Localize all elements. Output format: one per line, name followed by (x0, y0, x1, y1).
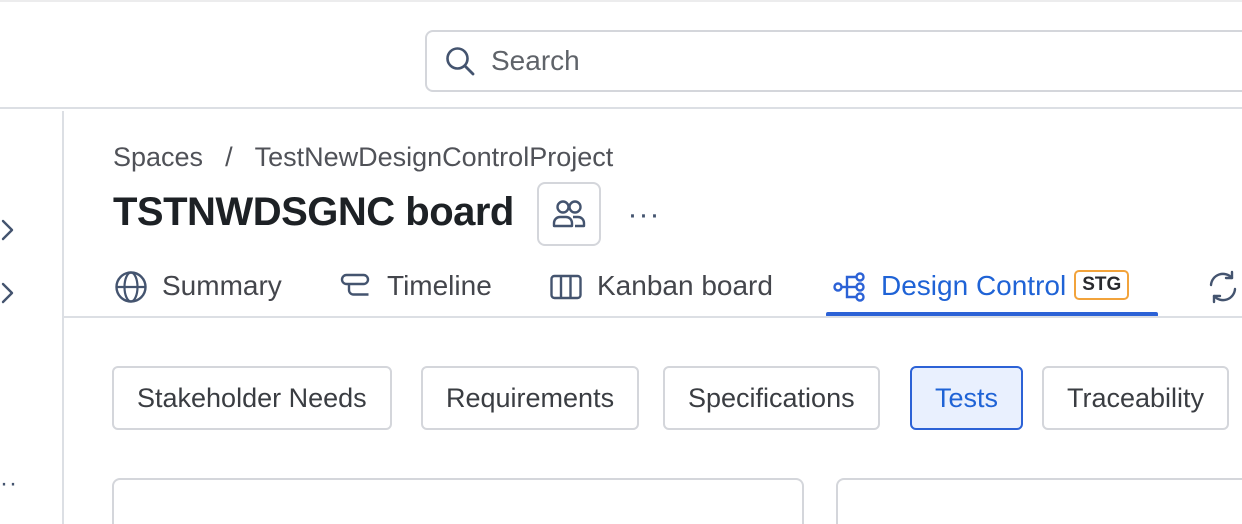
search-icon (446, 47, 475, 76)
sidebar-more-icon[interactable]: ·· (0, 470, 18, 498)
app-window: Search ·· Spaces / TestNewDesignControlP… (0, 0, 1242, 524)
chevron-right-icon[interactable] (0, 281, 16, 305)
environment-badge: STG (1074, 270, 1130, 300)
content-panel-left (112, 478, 804, 524)
search-placeholder: Search (491, 45, 580, 76)
search-input[interactable]: Search (425, 30, 1242, 92)
top-edge-divider (0, 0, 1242, 2)
subtab-stakeholder-needs[interactable]: Stakeholder Needs (112, 366, 392, 430)
content-panel-right (836, 478, 1242, 524)
breadcrumb-project[interactable]: TestNewDesignControlProject (255, 142, 614, 173)
tab-design-control[interactable]: Design Control STG (833, 266, 1130, 316)
left-sidebar (0, 111, 64, 524)
tab-design-control-label: Design Control (881, 270, 1067, 301)
page-title: TSTNWDSGNC board (113, 190, 514, 234)
subtab-requirements[interactable]: Requirements (421, 366, 640, 430)
chevron-right-icon[interactable] (0, 218, 16, 242)
tab-summary[interactable]: Summary (114, 266, 282, 316)
tab-timeline-label: Timeline (387, 270, 492, 301)
team-button[interactable] (537, 182, 601, 246)
breadcrumb-spaces[interactable]: Spaces (113, 142, 203, 173)
subtab-specifications[interactable]: Specifications (663, 366, 880, 430)
tabs-divider (64, 316, 1242, 318)
more-actions-button[interactable]: ··· (622, 193, 666, 237)
refresh-icon (1209, 270, 1237, 304)
tab-kanban-board[interactable]: Kanban board (549, 266, 773, 316)
subtab-tests[interactable]: Tests (910, 366, 1024, 430)
tab-summary-label: Summary (162, 270, 282, 301)
globe-icon (115, 271, 147, 303)
breadcrumb: Spaces / TestNewDesignControlProject (113, 142, 613, 173)
hierarchy-icon (833, 272, 865, 302)
timeline-icon (340, 273, 370, 296)
subtab-traceability[interactable]: Traceability (1042, 366, 1230, 430)
tab-timeline[interactable]: Timeline (339, 266, 492, 316)
people-icon (552, 200, 586, 228)
board-columns-icon (550, 274, 582, 300)
tab-refresh[interactable] (1206, 266, 1240, 316)
breadcrumb-separator: / (225, 142, 233, 172)
tab-kanban-board-label: Kanban board (597, 270, 773, 301)
